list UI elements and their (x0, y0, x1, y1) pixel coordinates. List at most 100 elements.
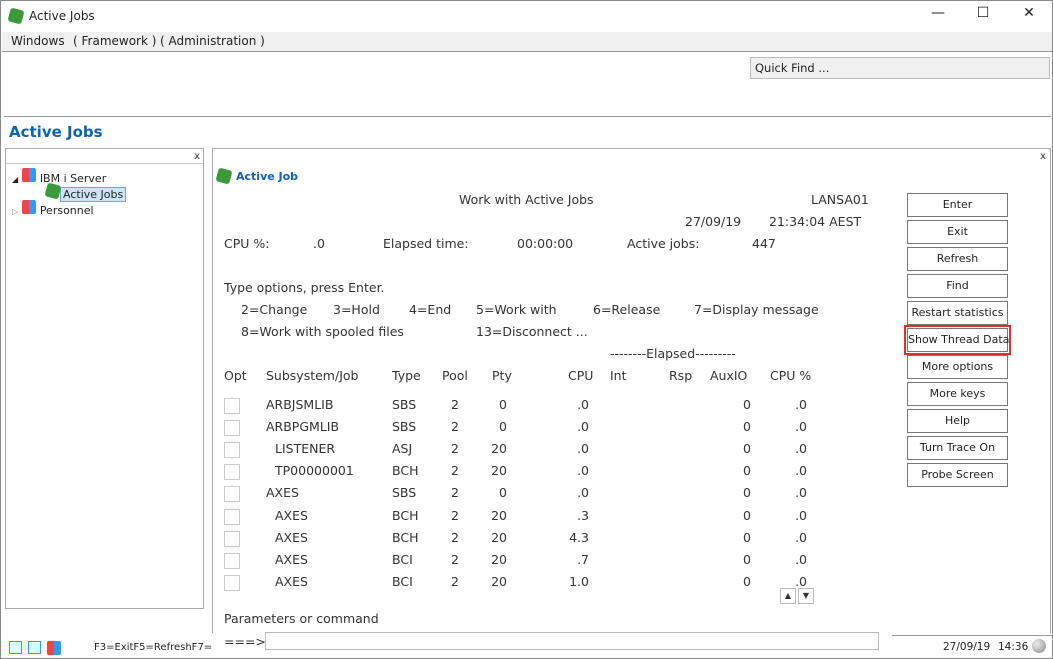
module-icon[interactable] (47, 641, 61, 655)
option-input[interactable] (224, 508, 240, 525)
page-bottom-button[interactable]: ▼ (798, 588, 814, 604)
cell-pool: 2 (451, 397, 459, 412)
cell-job: TP00000001 (275, 463, 354, 479)
tree-item-active-jobs[interactable]: Active Jobs (44, 182, 127, 202)
show-thread-data-button[interactable]: Show Thread Data (904, 325, 1011, 355)
cell-auxio: 0 (743, 573, 751, 589)
cell-cpu: .0 (577, 419, 589, 435)
cell-cpu: 1.0 (569, 573, 589, 589)
divider (4, 116, 1051, 117)
more-keys-button[interactable]: More keys (907, 382, 1008, 406)
elapsed-value: 00:00:00 (517, 236, 574, 251)
more-options-button[interactable]: More options (907, 355, 1008, 379)
option: 4=End (409, 302, 452, 317)
cell-cpu: .3 (577, 507, 589, 523)
cell-cpu: .0 (577, 485, 589, 501)
exit-button[interactable]: Exit (907, 220, 1008, 244)
app-icon (7, 7, 25, 25)
maximize-button[interactable]: ☐ (963, 5, 1003, 21)
function-keys: F3=ExitF5=RefreshF7=f (94, 642, 212, 653)
option-input[interactable] (224, 464, 240, 481)
cell-pty: 20 (491, 463, 507, 479)
tree-item-personnel[interactable]: ▷ Personnel (12, 200, 94, 217)
cell-pty: 20 (491, 551, 507, 567)
cell-cpupct: .0 (795, 551, 807, 567)
window-icon[interactable] (9, 641, 22, 654)
content-title: Active Job (215, 167, 298, 185)
screen-heading: Work with Active Jobs (459, 192, 594, 207)
cell-type: BCH (392, 507, 419, 523)
probe-screen-button[interactable]: Probe Screen (907, 463, 1008, 487)
cell-auxio: 0 (743, 463, 751, 479)
cell-job: AXES (275, 529, 308, 545)
cell-auxio: 0 (743, 507, 751, 523)
cell-pool: 2 (451, 485, 459, 501)
option-input[interactable] (224, 574, 240, 591)
expand-arrow-icon[interactable]: ▷ (12, 207, 18, 216)
cell-cpu: 4.3 (569, 529, 589, 545)
collapse-arrow-icon[interactable]: ◢ (12, 175, 18, 184)
system-name: LANSA01 (811, 192, 869, 207)
cell-type: BCH (392, 529, 419, 545)
refresh-button[interactable]: Refresh (907, 247, 1008, 271)
prompt: ===> (224, 634, 266, 649)
cell-pool: 2 (451, 529, 459, 545)
menu-administration[interactable]: ( Administration ) (160, 34, 265, 48)
col-int: Int (610, 368, 627, 383)
menu-windows[interactable]: Windows (11, 34, 65, 48)
menu-framework[interactable]: ( Framework ) (73, 34, 156, 48)
help-button[interactable]: Help (907, 409, 1008, 433)
cell-pty: 0 (499, 485, 507, 501)
option-input[interactable] (224, 530, 240, 547)
cell-cpu: .0 (577, 463, 589, 479)
close-icon[interactable]: x (1040, 151, 1046, 162)
option: 13=Disconnect ... (476, 324, 588, 339)
cell-auxio: 0 (743, 397, 751, 412)
col-opt: Opt (224, 368, 247, 383)
cell-type: SBS (392, 397, 417, 412)
cell-job: LISTENER (275, 441, 336, 457)
option-input[interactable] (224, 398, 240, 414)
cell-pty: 0 (499, 419, 507, 435)
cell-cpu: .7 (577, 551, 589, 567)
minimize-button[interactable]: — (918, 5, 958, 21)
tree-panel: x ◢ IBM i Server Active Jobs ▷ Personnel (5, 148, 204, 609)
find-button[interactable]: Find (907, 274, 1008, 298)
option: 8=Work with spooled files (241, 324, 404, 339)
cell-pool: 2 (451, 441, 459, 457)
cpu-value: .0 (313, 236, 325, 251)
turn-trace-on-button[interactable]: Turn Trace On (907, 436, 1008, 460)
page-top-button[interactable]: ▲ (780, 588, 796, 604)
tree-item-ibm-i-server[interactable]: ◢ IBM i Server (12, 168, 106, 185)
command-input[interactable] (265, 632, 879, 650)
option: 7=Display message (694, 302, 819, 317)
restart-statistics-button[interactable]: Restart statistics (907, 301, 1008, 325)
cell-job: ARBJSMLIB (266, 397, 334, 412)
option: 5=Work with (476, 302, 557, 317)
cell-auxio: 0 (743, 485, 751, 501)
cell-pty: 0 (499, 397, 507, 412)
option-input[interactable] (224, 442, 240, 459)
cell-type: BCI (392, 573, 413, 589)
cell-cpupct: .0 (795, 507, 807, 523)
cell-cpu: .0 (577, 397, 589, 412)
cell-auxio: 0 (743, 419, 751, 435)
grid-icon[interactable] (28, 641, 41, 654)
option-input[interactable] (224, 420, 240, 437)
cell-pty: 20 (491, 529, 507, 545)
job-icon (215, 167, 233, 185)
option-input[interactable] (224, 486, 240, 503)
cell-cpupct: .0 (795, 529, 807, 545)
window-title: Active Jobs (7, 7, 95, 25)
option: 3=Hold (333, 302, 380, 317)
close-button[interactable]: ✕ (1009, 5, 1049, 21)
col-type: Type (392, 368, 421, 383)
cell-job: ARBPGMLIB (266, 419, 340, 435)
cell-job: AXES (275, 507, 308, 523)
enter-button[interactable]: Enter (907, 193, 1008, 217)
close-icon[interactable]: x (194, 151, 200, 162)
status-icons (9, 641, 61, 655)
quick-find-input[interactable]: Quick Find ... (750, 57, 1050, 79)
option-input[interactable] (224, 552, 240, 569)
cell-job: AXES (266, 485, 299, 501)
